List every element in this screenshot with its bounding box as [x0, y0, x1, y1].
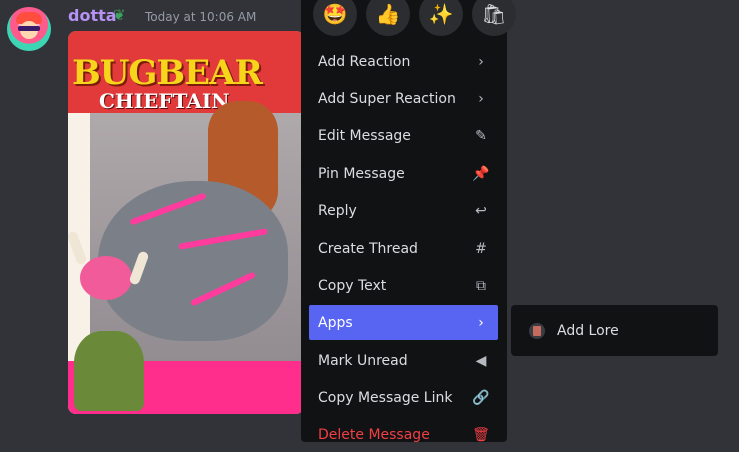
menu-item-pin-message[interactable]: Pin Message 📌 — [309, 156, 498, 191]
figure-card — [74, 331, 144, 411]
user-avatar[interactable] — [7, 7, 51, 51]
chevron-right-icon: › — [478, 90, 484, 107]
avatar-glasses — [18, 26, 40, 31]
mark-unread-icon: ◀ — [475, 352, 487, 369]
message-image-attachment[interactable]: BUGBEAR CHIEFTAIN — [68, 31, 304, 414]
menu-item-edit-message[interactable]: Edit Message ✎ — [309, 118, 498, 153]
menu-item-add-reaction[interactable]: Add Reaction › — [309, 44, 498, 79]
menu-item-add-super-reaction[interactable]: Add Super Reaction › — [309, 81, 498, 116]
pin-icon: 📌 — [472, 165, 490, 182]
menu-item-label: Copy Text — [318, 277, 387, 294]
pencil-icon: ✎ — [475, 127, 487, 144]
submenu-item-label: Add Lore — [557, 322, 619, 339]
menu-item-mark-unread[interactable]: Mark Unread ◀ — [309, 343, 498, 378]
menu-item-create-thread[interactable]: Create Thread # — [309, 231, 498, 266]
menu-item-label: Reply — [318, 202, 357, 219]
menu-item-label: Add Reaction — [318, 53, 411, 70]
submenu-item-add-lore[interactable]: Add Lore — [519, 313, 710, 348]
apps-submenu: Add Lore — [511, 305, 718, 356]
message-context-menu: 🤩 👍 ✨ 🛍 Add Reaction › Add Super Reactio… — [301, 0, 516, 443]
menu-item-copy-text[interactable]: Copy Text ⧉ — [309, 268, 498, 303]
menu-item-label: Add Super Reaction — [318, 90, 456, 107]
menu-item-apps[interactable]: Apps › — [309, 305, 498, 340]
menu-item-reply[interactable]: Reply ↩ — [309, 193, 498, 228]
menu-item-label: Create Thread — [318, 240, 418, 257]
message-timestamp: Today at 10:06 AM — [145, 10, 257, 24]
menu-item-label: Apps — [318, 314, 353, 331]
star-struck-emoji-icon[interactable]: 🤩 — [313, 0, 357, 36]
sparkles-emoji-icon[interactable]: ✨ — [419, 0, 463, 36]
boar-snout — [80, 256, 132, 300]
chevron-right-icon: › — [478, 53, 484, 70]
menu-item-label: Mark Unread — [318, 352, 408, 369]
message-username[interactable]: dotta — [68, 6, 117, 25]
menu-item-delete-message[interactable]: Delete Message 🗑 — [309, 417, 498, 452]
menu-item-copy-message-link[interactable]: Copy Message Link 🔗 — [309, 380, 498, 415]
shopping-emoji-icon[interactable]: 🛍 — [472, 0, 516, 36]
menu-item-label: Copy Message Link — [318, 389, 453, 406]
thread-icon: # — [475, 240, 487, 257]
link-icon: 🔗 — [472, 389, 490, 406]
copy-icon: ⧉ — [476, 277, 486, 294]
figure-boar — [98, 181, 288, 341]
reply-icon: ↩ — [475, 202, 487, 219]
quick-reactions-bar: 🤩 👍 ✨ 🛍 — [313, 0, 516, 36]
image-title-bugbear: BUGBEAR — [72, 53, 263, 93]
menu-item-label: Edit Message — [318, 127, 411, 144]
chevron-right-icon: › — [478, 314, 484, 331]
image-title-chieftain: CHIEFTAIN — [99, 89, 230, 113]
leaf-badge-icon: ❦ — [113, 6, 126, 24]
menu-item-label: Pin Message — [318, 165, 405, 182]
trash-icon: 🗑 — [472, 426, 490, 443]
thumbs-up-emoji-icon[interactable]: 👍 — [366, 0, 410, 36]
app-book-icon — [529, 322, 545, 339]
menu-item-label: Delete Message — [318, 426, 430, 443]
